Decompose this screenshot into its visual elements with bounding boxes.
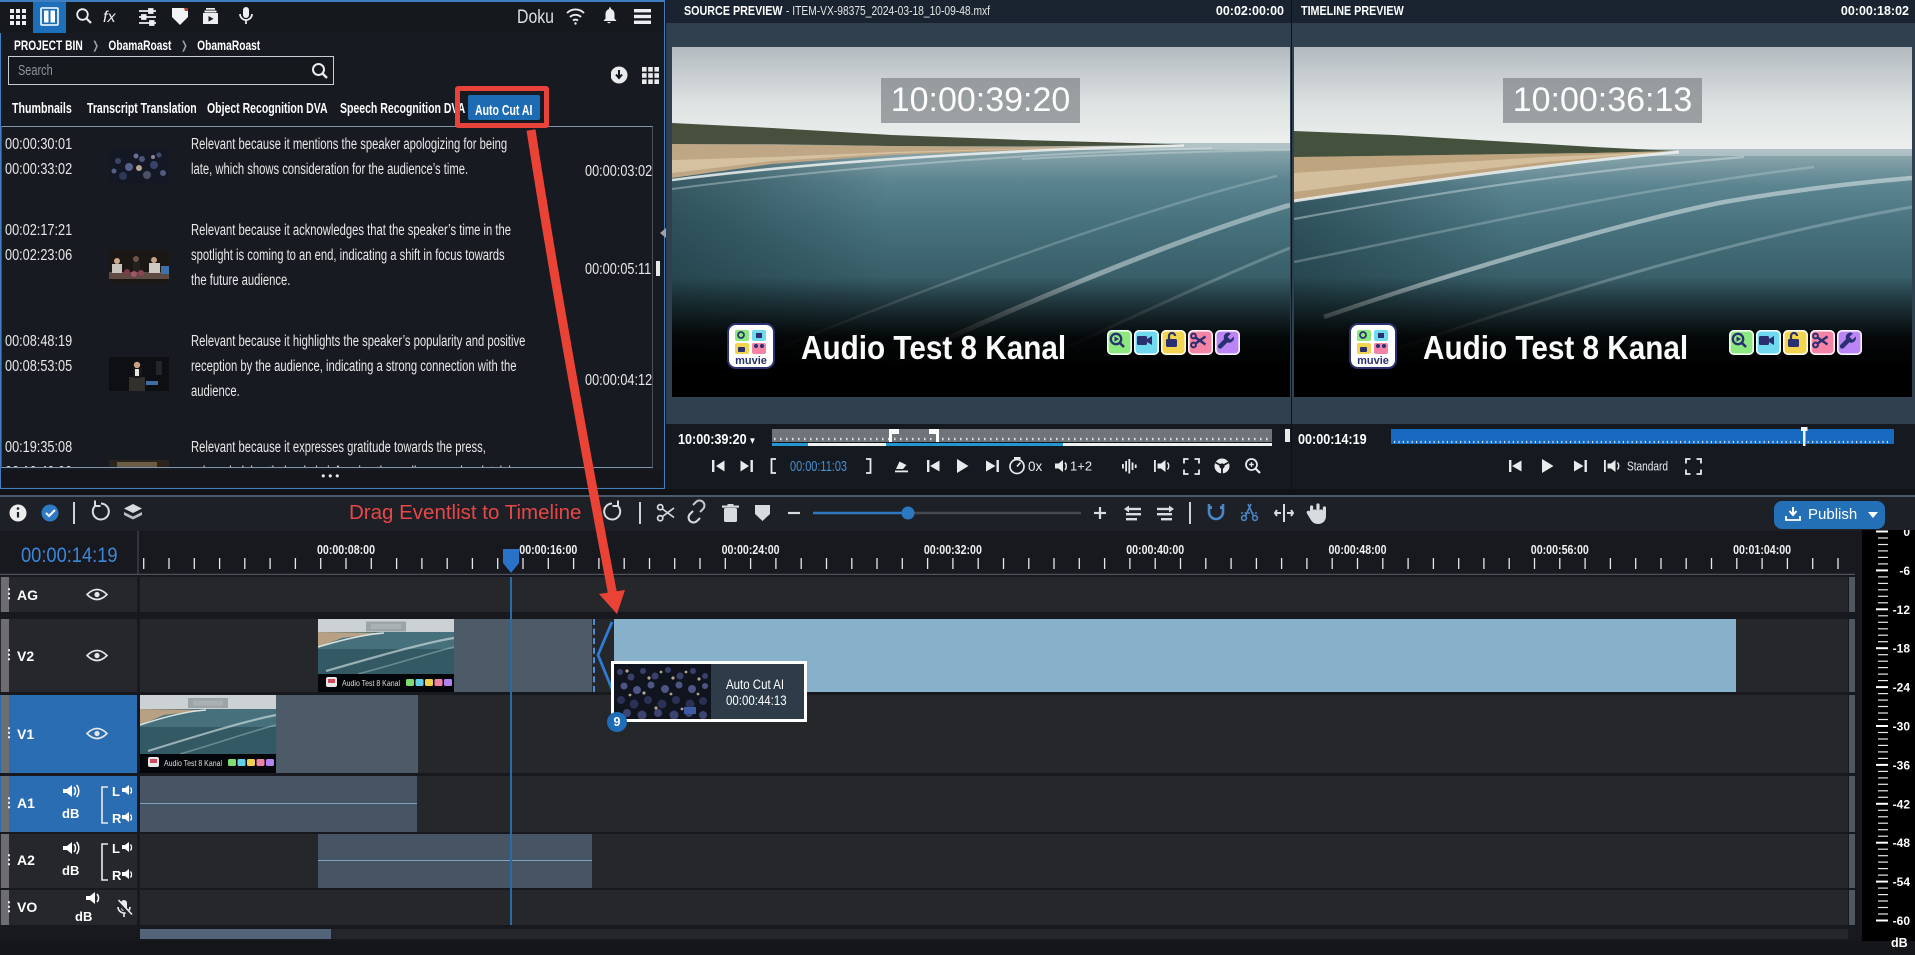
svg-text:Doku: Doku [517,7,554,28]
svg-text:00:01:04:00: 00:01:04:00 [1733,543,1791,557]
svg-text:-24: -24 [1893,681,1911,695]
svg-text:-42: -42 [1893,797,1911,811]
svg-text:-48: -48 [1893,836,1911,850]
svg-text:-6: -6 [1899,564,1910,578]
svg-text:L: L [112,784,120,799]
svg-text:Audio Test 8 Kanal: Audio Test 8 Kanal [342,679,400,688]
svg-text:-30: -30 [1893,720,1911,734]
svg-text:0: 0 [1903,530,1910,539]
svg-text:Audio Test 8 Kanal: Audio Test 8 Kanal [164,759,222,768]
svg-text:-12: -12 [1893,603,1911,617]
svg-text:00:00:56:00: 00:00:56:00 [1531,543,1589,557]
svg-text:00:00:16:00: 00:00:16:00 [519,543,577,557]
svg-text:fx: fx [103,9,116,26]
svg-text:R: R [112,868,122,883]
svg-text:00:00:08:00: 00:00:08:00 [317,543,375,557]
svg-text:1+2: 1+2 [1070,459,1092,474]
svg-text:R: R [112,811,122,826]
svg-text:dB: dB [75,909,92,924]
svg-text:-36: -36 [1893,758,1911,772]
svg-text:00:00:24:00: 00:00:24:00 [722,543,780,557]
svg-text:-60: -60 [1893,914,1911,928]
svg-text:00:00:48:00: 00:00:48:00 [1329,543,1387,557]
svg-text:muvie: muvie [1357,355,1389,367]
svg-text:dB: dB [62,863,79,878]
svg-text:0x: 0x [1028,459,1043,474]
svg-text:-18: -18 [1893,642,1911,656]
svg-text:00:00:40:00: 00:00:40:00 [1126,543,1184,557]
svg-text:muvie: muvie [735,355,767,367]
svg-text:L: L [112,841,120,856]
svg-text:dB: dB [62,806,79,821]
svg-text:00:00:32:00: 00:00:32:00 [924,543,982,557]
svg-text:00:00:11:03: 00:00:11:03 [790,459,847,475]
svg-text:Standard: Standard [1627,460,1668,474]
svg-text:-54: -54 [1893,875,1911,889]
